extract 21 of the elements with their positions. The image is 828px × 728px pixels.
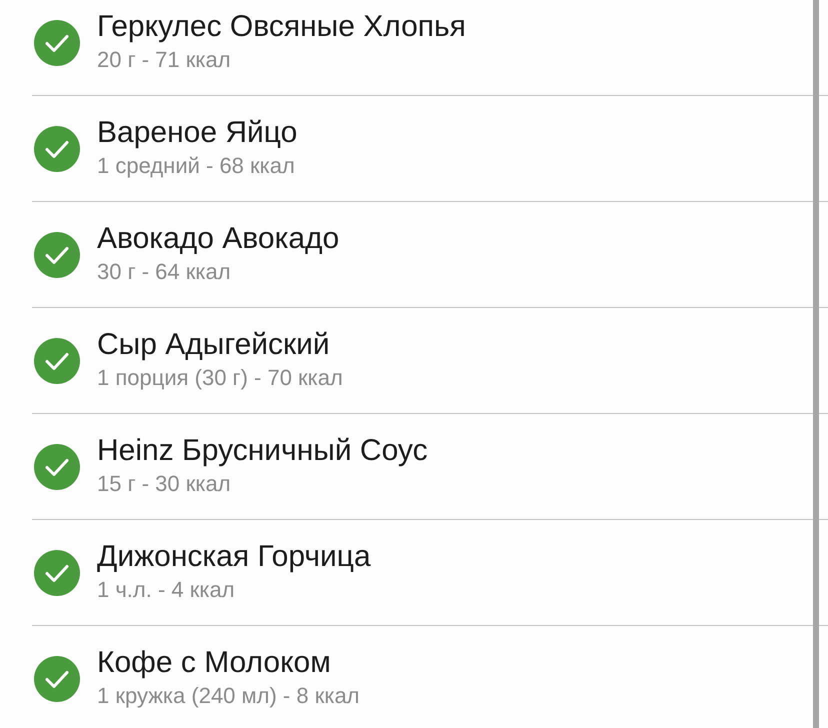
check-circle-icon[interactable]	[34, 126, 80, 172]
food-name: Вареное Яйцо	[97, 114, 298, 150]
check-circle-icon[interactable]	[34, 444, 80, 490]
check-circle-icon[interactable]	[34, 656, 80, 702]
serving-calories: 1 порция (30 г) - 70 ккал	[97, 364, 343, 392]
check-circle-icon[interactable]	[34, 338, 80, 384]
check-circle-icon[interactable]	[34, 232, 80, 278]
food-name: Кофе с Молоком	[97, 645, 332, 681]
food-name: Heinz Брусничный Соус	[97, 432, 428, 468]
serving-calories: 1 средний - 68 ккал	[97, 152, 296, 180]
serving-calories: 15 г - 30 ккал	[97, 470, 232, 498]
check-circle-icon[interactable]	[34, 20, 80, 66]
food-name: Дижонская Горчица	[97, 538, 371, 574]
food-name: Сыр Адыгейский	[97, 326, 331, 362]
serving-calories: 1 кружка (240 мл) - 8 ккал	[97, 682, 360, 710]
food-name: Авокадо Авокадо	[97, 220, 340, 256]
serving-calories: 30 г - 64 ккал	[97, 258, 232, 286]
food-name: Геркулес Овсяные Хлопья	[97, 8, 466, 44]
serving-calories: 1 ч.л. - 4 ккал	[97, 576, 236, 604]
check-circle-icon[interactable]	[34, 550, 80, 596]
serving-calories: 20 г - 71 ккал	[97, 46, 232, 74]
